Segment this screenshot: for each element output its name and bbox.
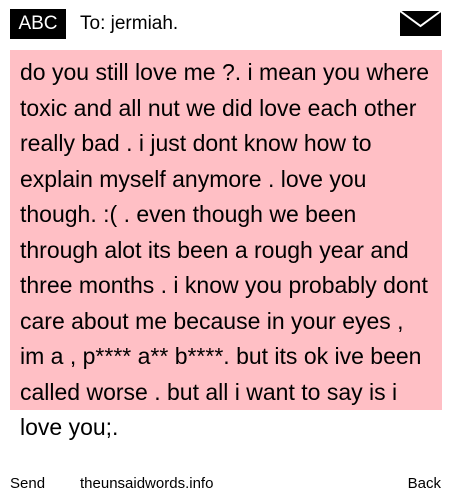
envelope-icon	[399, 10, 442, 36]
compose-header: ABC To: jermiah.	[0, 0, 450, 46]
input-mode-badge[interactable]: ABC	[10, 9, 66, 39]
back-button[interactable]: Back	[408, 472, 441, 496]
site-label: theunsaidwords.info	[80, 475, 214, 492]
send-button[interactable]: Send	[10, 472, 45, 496]
message-body[interactable]: do you still love me ?. i mean you where…	[20, 55, 430, 446]
recipient-label: To: jermiah.	[80, 13, 179, 34]
soft-key-bar: Send theunsaidwords.info Back	[0, 472, 450, 496]
